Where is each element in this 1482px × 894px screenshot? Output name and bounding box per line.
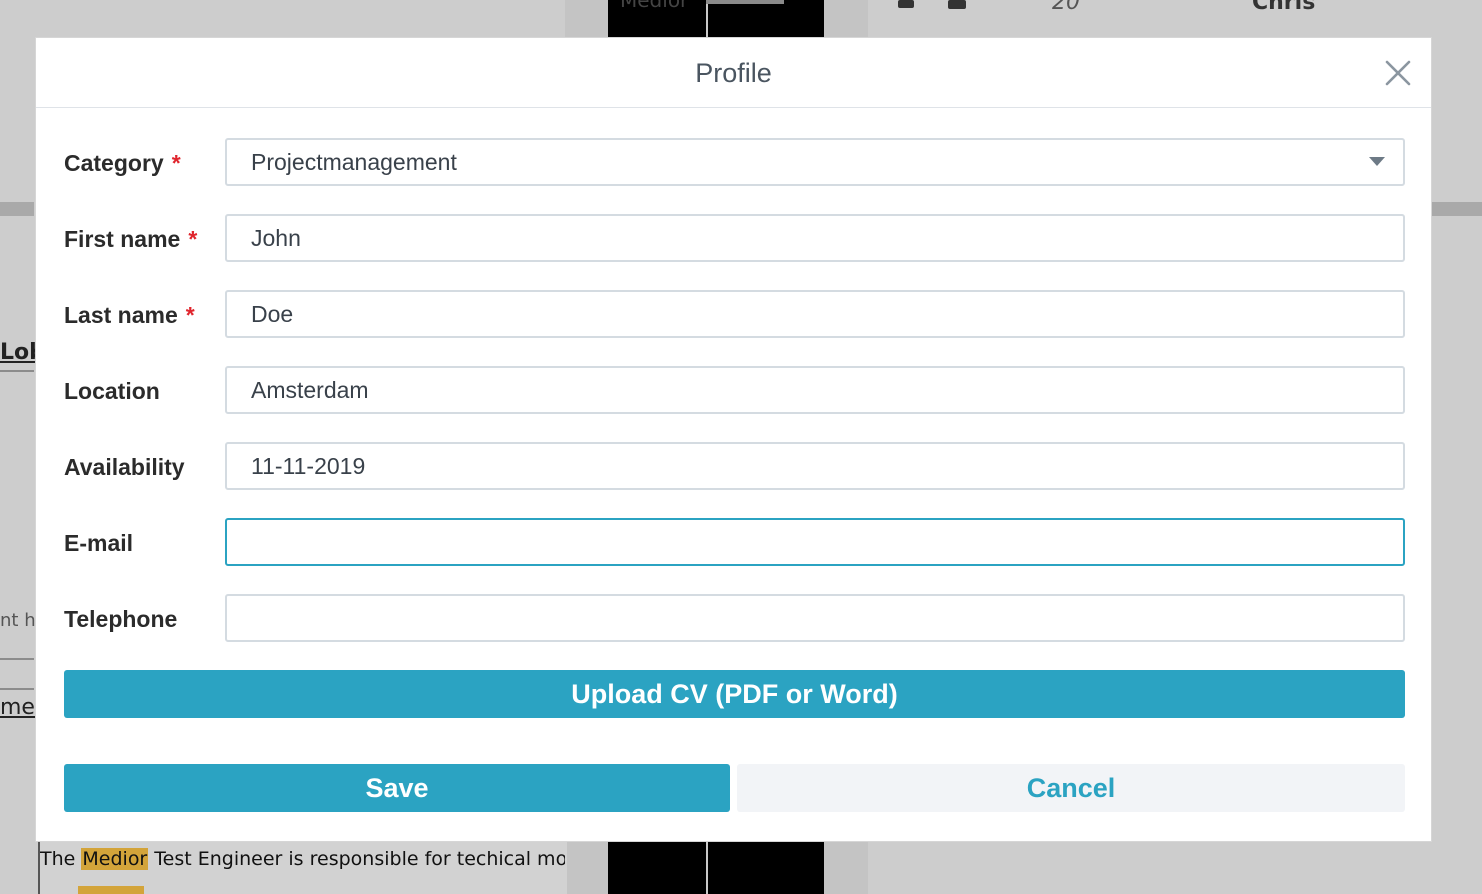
doc-text-highlight: Medior	[81, 848, 149, 870]
background-text-fragment: nt h	[0, 610, 36, 631]
chevron-down-icon[interactable]	[1369, 157, 1385, 166]
email-field[interactable]	[225, 518, 1405, 566]
form-row-availability: Availability	[64, 442, 1405, 490]
required-marker: *	[185, 302, 195, 328]
background-divider-left	[0, 202, 34, 216]
profile-modal: Profile Category * Projectmanagement Firs…	[35, 37, 1432, 842]
last-name-label: Last name *	[64, 302, 195, 329]
doc-text-before: The	[40, 848, 82, 870]
category-select[interactable]: Projectmanagement	[225, 138, 1405, 186]
last-name-input[interactable]	[225, 290, 1405, 338]
form-row-telephone: Telephone	[64, 594, 1405, 642]
close-icon	[1385, 60, 1411, 86]
background-rule-2	[0, 688, 34, 690]
category-select-value[interactable]: Projectmanagement	[225, 138, 1405, 186]
form-row-first-name: First name *	[64, 214, 1405, 262]
background-highlight-chip	[78, 886, 144, 894]
location-input[interactable]	[225, 366, 1405, 414]
form-row-last-name: Last name *	[64, 290, 1405, 338]
first-name-label-text: First name	[64, 226, 181, 252]
doc-text-after: Test Engineer is responsible for techica…	[148, 848, 565, 870]
pencil-icon	[898, 0, 914, 8]
first-name-input[interactable]	[225, 214, 1405, 262]
availability-input[interactable]	[225, 442, 1405, 490]
calendar-icon	[948, 0, 966, 9]
email-label: E-mail	[64, 530, 134, 556]
upload-cv-button[interactable]: Upload CV (PDF or Word)	[64, 670, 1405, 718]
cancel-button[interactable]: Cancel	[737, 764, 1405, 812]
form-row-email: E-mail	[64, 518, 1405, 566]
telephone-label: Telephone	[64, 606, 178, 632]
form-row-location: Location	[64, 366, 1405, 414]
first-name-label: First name *	[64, 226, 197, 253]
location-label: Location	[64, 378, 160, 404]
required-marker: *	[188, 226, 198, 252]
category-label: Category *	[64, 150, 181, 177]
availability-label: Availability	[64, 454, 185, 480]
background-divider-right	[1432, 202, 1482, 216]
background-underline	[0, 370, 34, 372]
telephone-input[interactable]	[225, 594, 1405, 642]
required-marker: *	[171, 150, 181, 176]
save-button[interactable]: Save	[64, 764, 730, 812]
modal-title: Profile	[695, 58, 772, 88]
category-label-text: Category	[64, 150, 164, 176]
background-number: 20	[1052, 0, 1080, 15]
background-rule	[0, 658, 34, 660]
background-chip	[706, 0, 784, 4]
background-medior-label: Medior	[620, 0, 689, 12]
form-row-category: Category * Projectmanagement	[64, 138, 1405, 186]
background-name: Chris	[1252, 0, 1316, 15]
background-document-line: The Medior Test Engineer is responsible …	[40, 848, 565, 870]
modal-header: Profile	[36, 38, 1431, 108]
last-name-label-text: Last name	[64, 302, 178, 328]
close-button[interactable]	[1383, 58, 1413, 88]
